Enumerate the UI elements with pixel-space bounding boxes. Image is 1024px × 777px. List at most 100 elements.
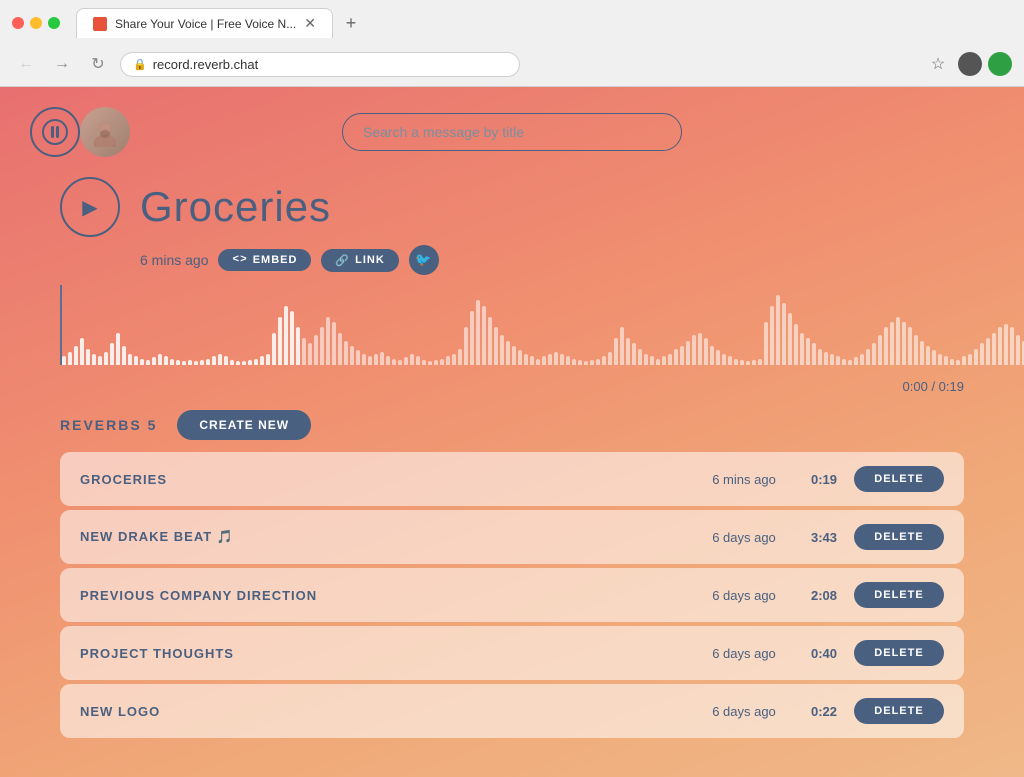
waveform-bar [188, 360, 192, 365]
minimize-button[interactable] [30, 17, 42, 29]
waveform-bar [608, 352, 612, 365]
bookmark-button[interactable]: ☆ [924, 50, 952, 78]
player-top: ▶ Groceries [60, 177, 964, 237]
waveform-bar [398, 360, 402, 365]
twitter-button[interactable]: 🐦 [409, 245, 439, 275]
waveform-bar [476, 300, 480, 365]
waveform-bar [578, 360, 582, 365]
waveform-bar [890, 322, 894, 365]
waveform-bar [662, 356, 666, 365]
new-tab-button[interactable]: + [337, 9, 365, 37]
waveform-bar [926, 346, 930, 365]
waveform-bar [170, 359, 174, 365]
logo-icon [30, 107, 80, 157]
list-item[interactable]: PROJECT THOUGHTS 6 days ago 0:40 DELETE [60, 626, 964, 680]
list-item[interactable]: GROCERIES 6 mins ago 0:19 DELETE [60, 452, 964, 506]
profile-button[interactable] [958, 52, 982, 76]
waveform-bar [902, 322, 906, 365]
waveform-bar [668, 354, 672, 365]
waveform-bar [950, 359, 954, 365]
delete-button[interactable]: DELETE [854, 640, 944, 666]
waveform-bar [530, 356, 534, 365]
link-button[interactable]: 🔗 LINK [321, 249, 398, 272]
list-item[interactable]: PREVIOUS COMPANY DIRECTION 6 days ago 2:… [60, 568, 964, 622]
waveform-container[interactable] [0, 285, 1024, 375]
waveform-bar [386, 356, 390, 365]
address-bar: ← → ↻ 🔒 record.reverb.chat ☆ [0, 46, 1024, 86]
waveform-bar [704, 338, 708, 365]
waveform-bar [320, 327, 324, 365]
waveform-bar [860, 354, 864, 365]
list-header: REVERBS 5 CREATE NEW [60, 410, 964, 440]
waveform-bar [620, 327, 624, 365]
url-bar[interactable]: 🔒 record.reverb.chat [120, 52, 520, 77]
waveform-bar [134, 356, 138, 365]
waveform-bar [68, 352, 72, 365]
embed-button[interactable]: <> EMBED [218, 249, 311, 271]
waveform-bar [344, 341, 348, 365]
waveform-bar [866, 349, 870, 365]
twitter-icon: 🐦 [415, 252, 432, 268]
waveform-bar [506, 341, 510, 365]
forward-button[interactable]: → [48, 50, 76, 78]
waveform-bar [338, 333, 342, 365]
extension-button[interactable] [988, 52, 1012, 76]
waveform-bar [1010, 327, 1014, 365]
waveform-bar [986, 338, 990, 365]
waveform-bar [758, 359, 762, 365]
waveform-bar [62, 356, 66, 365]
waveform-bar [374, 354, 378, 365]
waveform-bar [176, 360, 180, 365]
app-container: ▶ Groceries 6 mins ago <> EMBED 🔗 LINK 🐦… [0, 87, 1024, 777]
embed-icon: <> [232, 254, 247, 266]
row-title: NEW LOGO [80, 704, 694, 719]
waveform-bar [212, 356, 216, 365]
waveform-bar [632, 343, 636, 365]
delete-button[interactable]: DELETE [854, 582, 944, 608]
list-item[interactable]: NEW DRAKE BEAT 🎵 6 days ago 3:43 DELETE [60, 510, 964, 564]
create-new-button[interactable]: CREATE NEW [177, 410, 311, 440]
waveform-bar [230, 360, 234, 365]
lock-icon: 🔒 [133, 58, 147, 71]
active-tab[interactable]: Share Your Voice | Free Voice N... ✕ [76, 8, 333, 38]
waveform-bar [410, 354, 414, 365]
tab-favicon [93, 17, 107, 31]
timestamp: 0:00 / 0:19 [0, 379, 1024, 394]
waveform-bar [566, 356, 570, 365]
delete-button[interactable]: DELETE [854, 698, 944, 724]
back-button[interactable]: ← [12, 50, 40, 78]
waveform-bar [302, 338, 306, 365]
waveform-bar [848, 360, 852, 365]
waveform-bar [206, 359, 210, 365]
waveform-bar [836, 356, 840, 365]
waveform-bar [680, 346, 684, 365]
search-input[interactable] [342, 113, 682, 151]
list-item[interactable]: NEW LOGO 6 days ago 0:22 DELETE [60, 684, 964, 738]
row-time-ago: 6 days ago [694, 704, 794, 719]
reload-button[interactable]: ↻ [84, 50, 112, 78]
waveform-bar [542, 356, 546, 365]
waveform-bar [560, 354, 564, 365]
waveform-bar [734, 359, 738, 365]
delete-button[interactable]: DELETE [854, 466, 944, 492]
close-button[interactable] [12, 17, 24, 29]
tab-close-icon[interactable]: ✕ [304, 15, 316, 32]
maximize-button[interactable] [48, 17, 60, 29]
traffic-lights [12, 17, 60, 29]
waveform-bar [290, 311, 294, 365]
waveform-bar [644, 354, 648, 365]
row-time-ago: 6 days ago [694, 530, 794, 545]
waveform-bar [674, 349, 678, 365]
delete-button[interactable]: DELETE [854, 524, 944, 550]
waveform-bar [854, 357, 858, 365]
row-title: GROCERIES [80, 472, 694, 487]
waveform-bar [716, 350, 720, 365]
waveform-bar [248, 360, 252, 365]
waveform-bar [746, 361, 750, 365]
waveform-bar [920, 341, 924, 365]
waveform-bar [356, 350, 360, 365]
url-text: record.reverb.chat [153, 57, 259, 72]
play-button[interactable]: ▶ [60, 177, 120, 237]
tab-title: Share Your Voice | Free Voice N... [115, 17, 296, 31]
waveform-bar [422, 360, 426, 365]
